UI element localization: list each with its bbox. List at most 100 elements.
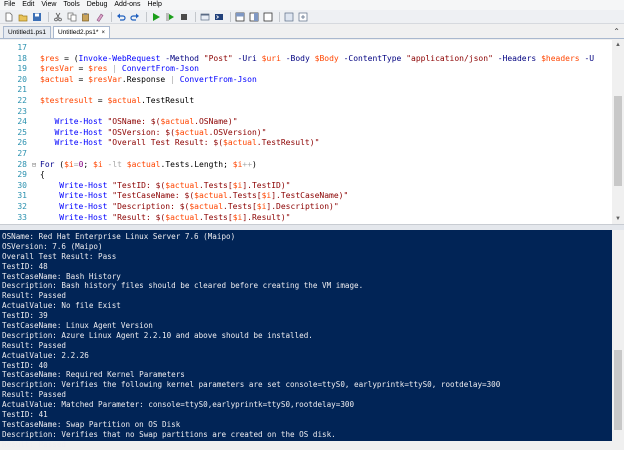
console-output: OSName: Red Hat Enterprise Linux Server …	[2, 232, 610, 450]
code-token: "TestCaseName: $(	[112, 191, 195, 201]
code-text: $resVar = $res | ConvertFrom-Json	[40, 64, 199, 75]
code-line: 31 Write-Host "TestCaseName: $($actual.T…	[0, 191, 611, 202]
code-token: $i	[64, 159, 74, 169]
code-token: )	[252, 159, 257, 169]
code-token: (	[54, 159, 65, 169]
code-line: 30 Write-Host "TestID: $($actual.Tests[$…	[0, 181, 611, 192]
code-token: ++	[242, 159, 253, 169]
undo-icon[interactable]	[115, 11, 126, 22]
show-script-pane-top-icon[interactable]	[234, 11, 245, 22]
open-folder-icon[interactable]	[17, 11, 28, 22]
toolbar-separator	[48, 11, 49, 22]
show-script-pane-maximized-icon[interactable]	[262, 11, 273, 22]
code-area[interactable]: 17 18 $res = (Invoke-WebRequest -Method "P…	[0, 43, 611, 244]
copy-icon[interactable]	[66, 11, 77, 22]
show-command-window-icon[interactable]	[283, 11, 294, 22]
code-token: $actual	[189, 201, 224, 211]
code-text: Write-Host "Result: $($actual.Tests[$i].…	[40, 212, 290, 224]
code-text: Write-Host "TestID: $($actual.Tests[$i].…	[40, 180, 291, 192]
console-line: Result: Passed	[2, 439, 67, 449]
run-selection-icon[interactable]	[164, 11, 175, 22]
line-number: 20	[17, 74, 27, 84]
toolbar-separator	[195, 11, 196, 22]
stop-icon[interactable]	[178, 11, 189, 22]
code-token: "TestID: $(	[112, 180, 166, 190]
code-token: .TestResult	[141, 95, 195, 105]
console-line: TestCaseName: Swap Partition on OS Disk	[2, 419, 181, 429]
code-text: Write-Host "TestCaseName: $($actual.Test…	[40, 191, 348, 202]
code-line: 19 $resVar = $res | ConvertFrom-Json	[0, 64, 611, 75]
script-editor[interactable]: 17 18 $res = (Invoke-WebRequest -Method "P…	[0, 40, 624, 264]
console-line: Description: Verifies that no Swap parti…	[2, 429, 336, 439]
toolbar	[0, 10, 624, 24]
paste-icon[interactable]	[80, 11, 91, 22]
menu-help[interactable]: Help	[143, 0, 164, 10]
line-number: 32	[17, 201, 27, 211]
show-command-addon-icon[interactable]	[297, 11, 308, 22]
console-line: ActualValue: 2.2.26	[2, 350, 89, 360]
code-token: .Tests[	[198, 180, 233, 190]
run-icon[interactable]	[150, 11, 161, 22]
clear-icon[interactable]	[94, 11, 105, 22]
new-file-icon[interactable]	[3, 11, 14, 22]
code-token: $i	[261, 191, 272, 201]
code-token: ConvertFrom-Json	[121, 64, 199, 74]
menu-debug[interactable]: Debug	[83, 0, 111, 10]
code-token: -Uri	[237, 53, 257, 63]
code-token: $i	[232, 159, 243, 169]
save-icon[interactable]	[31, 11, 42, 22]
code-token: Write-Host	[59, 201, 108, 211]
code-token: $res	[40, 53, 60, 63]
menu-view[interactable]: View	[37, 0, 59, 10]
code-token: ConvertFrom-Json	[179, 74, 257, 84]
code-text: $actual = $resVar.Response | ConvertFrom…	[40, 75, 257, 86]
code-line: 17	[0, 43, 611, 54]
code-token: .Tests[	[198, 212, 233, 222]
menu-file[interactable]: File	[0, 0, 18, 10]
chevron-up-icon[interactable]: ⌃	[613, 27, 620, 36]
scroll-up-icon[interactable]: ▲	[612, 40, 624, 50]
new-remote-tab-icon[interactable]	[199, 11, 210, 22]
editor-vertical-scrollbar[interactable]: ▲ ▼	[612, 40, 624, 224]
console-vertical-scrollbar[interactable]	[612, 230, 624, 441]
code-token: -lt	[107, 159, 122, 169]
code-line: 26 Write-Host "Overall Test Result: $($a…	[0, 138, 611, 149]
fold-toggle-icon[interactable]: ⊟	[31, 160, 37, 171]
redo-icon[interactable]	[129, 11, 140, 22]
code-token: =	[92, 95, 108, 105]
scrollbar-thumb[interactable]	[614, 350, 622, 430]
code-token: .Response	[121, 74, 171, 84]
cut-icon[interactable]	[52, 11, 63, 22]
code-token: "Description: $(	[112, 201, 190, 211]
scroll-down-icon[interactable]: ▼	[612, 214, 624, 224]
line-number: 23	[17, 106, 27, 116]
scrollbar-thumb[interactable]	[614, 96, 622, 186]
tab-untitled2[interactable]: Untitled2.ps1* ×	[52, 26, 110, 38]
code-token: -U	[584, 53, 595, 63]
menu-tools[interactable]: Tools	[59, 0, 82, 10]
code-token: $actual	[223, 138, 257, 148]
code-token: $i	[256, 201, 267, 211]
console-pane[interactable]: OSName: Red Hat Enterprise Linux Server …	[0, 230, 624, 449]
code-token: $actual	[107, 95, 142, 105]
code-line: 23	[0, 107, 611, 118]
start-powershell-icon[interactable]	[213, 11, 224, 22]
code-token: $uri	[261, 53, 281, 63]
code-token: ].TestID)"	[242, 180, 291, 190]
line-number: 26	[17, 138, 27, 148]
tab-untitled1[interactable]: Untitled1.ps1	[3, 26, 51, 38]
code-token: For	[40, 159, 55, 169]
menu-edit[interactable]: Edit	[18, 0, 37, 10]
console-line: Description: Azure Linux Agent 2.2.10 an…	[2, 330, 313, 340]
show-script-pane-right-icon[interactable]	[248, 11, 259, 22]
menu-add-ons[interactable]: Add-ons	[110, 0, 143, 10]
code-token: .Tests.Length;	[160, 159, 233, 169]
code-token: "OSName: $(	[107, 117, 161, 127]
code-token: -Headers	[497, 53, 537, 63]
code-token: $resVar	[40, 64, 74, 74]
close-tab-icon[interactable]: ×	[101, 30, 105, 36]
code-token: .Tests[	[227, 191, 262, 201]
